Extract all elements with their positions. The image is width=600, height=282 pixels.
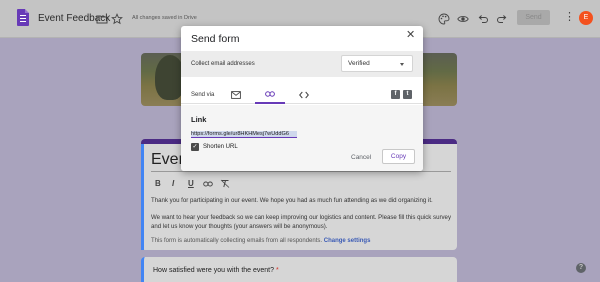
chevron-down-icon (400, 63, 404, 66)
tab-embed[interactable] (289, 85, 319, 104)
facebook-icon[interactable]: f (391, 90, 400, 99)
cancel-button[interactable]: Cancel (351, 154, 371, 161)
twitter-icon[interactable]: t (403, 90, 412, 99)
tab-link[interactable] (255, 85, 285, 104)
send-via-row: Send via f t (181, 85, 423, 104)
email-icon (231, 90, 241, 99)
collect-email-label: Collect email addresses (191, 61, 255, 67)
question-text: How satisfied were you with the event? (153, 267, 275, 274)
link-icon (265, 90, 275, 97)
insert-link-icon[interactable] (203, 180, 213, 188)
tab-email[interactable] (221, 85, 251, 104)
more-options-icon[interactable]: ⋮ (564, 12, 575, 23)
change-settings-link[interactable]: Change settings (324, 238, 371, 244)
underline-icon[interactable]: U (188, 179, 194, 188)
collect-email-value: Verified (348, 60, 370, 67)
collect-email-select[interactable]: Verified (341, 55, 413, 72)
forms-logo-icon[interactable] (17, 9, 29, 26)
copy-button[interactable]: Copy (382, 149, 415, 164)
auto-email-notice: This form is automatically collecting em… (151, 238, 370, 244)
dialog-title: Send form (191, 33, 240, 45)
send-form-dialog: Send form ✕ Collect email addresses Veri… (181, 26, 423, 171)
redo-icon[interactable] (496, 13, 508, 25)
link-heading: Link (191, 115, 207, 124)
shorten-url-label: Shorten URL (203, 144, 238, 150)
question-card[interactable]: How satisfied were you with the event? * (141, 257, 457, 282)
avatar[interactable]: E (579, 11, 593, 25)
link-section: Link https://forms.gle/ur8HKHMesj7wUddG6… (181, 105, 423, 171)
clear-formatting-icon[interactable] (220, 179, 230, 188)
undo-icon[interactable] (477, 13, 489, 25)
star-icon[interactable] (111, 13, 123, 25)
send-button[interactable]: Send (517, 10, 550, 25)
close-icon[interactable]: ✕ (406, 30, 415, 41)
form-description-1[interactable]: Thank you for participating in our event… (151, 196, 451, 205)
required-asterisk: * (275, 267, 279, 274)
form-description-2[interactable]: We want to hear your feedback so we can … (151, 213, 451, 231)
send-via-label: Send via (191, 92, 215, 98)
auto-email-text: This form is automatically collecting em… (151, 238, 323, 244)
save-status: All changes saved in Drive (132, 15, 197, 21)
help-icon[interactable]: ? (576, 263, 586, 273)
italic-icon[interactable]: I (172, 179, 174, 188)
folder-icon[interactable] (96, 13, 108, 25)
link-url-field[interactable]: https://forms.gle/ur8HKHMesj7wUddG6 (191, 131, 297, 138)
shorten-url-checkbox[interactable]: ✓ (191, 143, 199, 151)
bold-icon[interactable]: B (155, 179, 161, 188)
embed-code-icon (299, 91, 309, 98)
collect-email-row: Collect email addresses Verified (181, 51, 423, 77)
preview-eye-icon[interactable] (457, 13, 469, 25)
question-title: How satisfied were you with the event? * (153, 267, 279, 274)
palette-icon[interactable] (438, 13, 450, 25)
